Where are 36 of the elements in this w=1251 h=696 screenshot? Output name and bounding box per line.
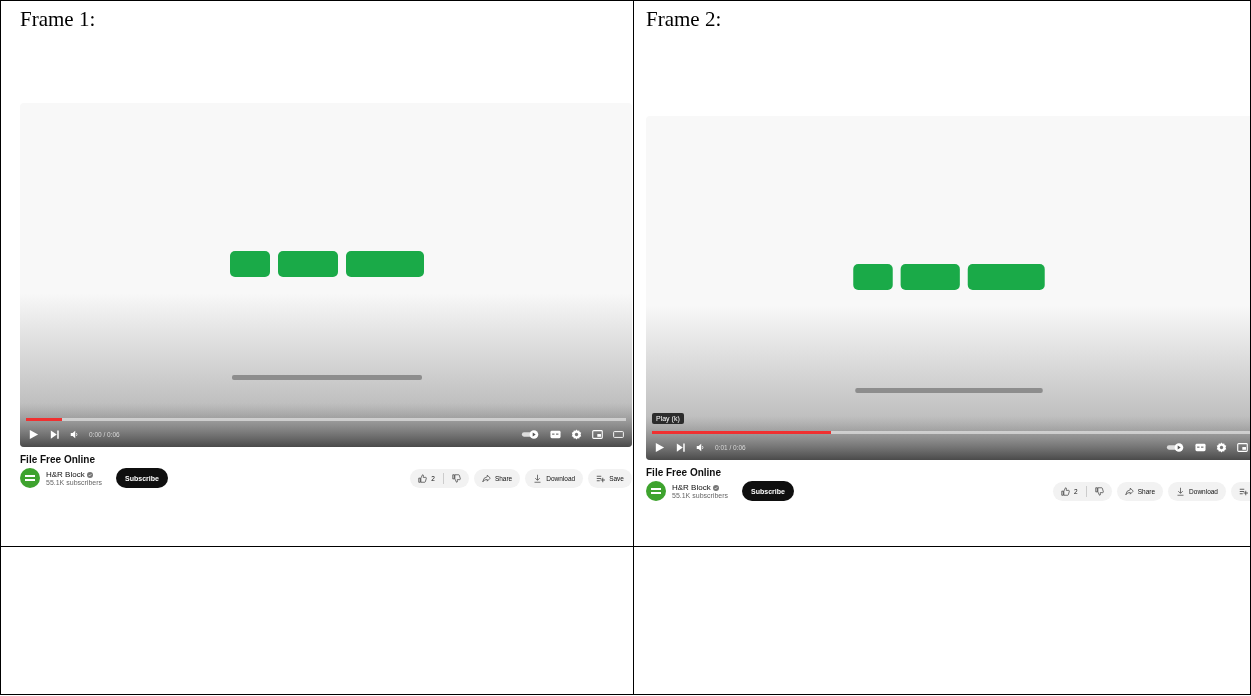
thumbs-up-icon [1061,486,1071,496]
thumbs-down-icon [1094,486,1104,496]
autoplay-toggle-icon[interactable] [521,428,540,440]
frame-label: Frame 1: [20,7,96,32]
channel-avatar-icon[interactable] [20,468,40,488]
volume-icon[interactable] [696,442,705,452]
autoplay-toggle-icon[interactable] [1166,441,1185,453]
captions-icon[interactable] [1195,441,1206,453]
captions-icon[interactable] [550,428,561,440]
play-icon[interactable] [28,428,39,440]
download-icon [533,473,543,483]
progress-bar[interactable] [26,418,626,421]
download-icon [1176,486,1186,496]
share-arrow-icon [1124,486,1134,496]
video-title: File Free Online [20,454,96,465]
progress-bar[interactable] [652,431,1250,434]
channel-name[interactable]: H&R Block [672,483,711,492]
settings-icon[interactable] [571,428,582,440]
channel-name[interactable]: H&R Block [46,470,85,479]
share-arrow-icon [481,473,491,483]
thumbs-down-icon [451,473,461,483]
frame-label: Frame 2: [646,7,722,32]
miniplayer-icon[interactable] [592,428,603,440]
thumbs-up-icon [418,473,428,483]
miniplayer-icon[interactable] [1237,441,1248,453]
theater-mode-icon[interactable] [613,428,624,440]
volume-icon[interactable] [70,429,79,439]
save-button[interactable] [1231,481,1250,501]
skip-next-icon[interactable] [49,428,60,440]
add-to-list-icon [1239,486,1248,496]
settings-icon[interactable] [1216,441,1227,453]
channel-avatar-icon[interactable] [646,481,666,501]
add-to-list-icon [596,473,606,483]
play-icon[interactable] [654,441,665,453]
video-title: File Free Online [646,467,722,478]
skip-next-icon[interactable] [675,441,686,453]
